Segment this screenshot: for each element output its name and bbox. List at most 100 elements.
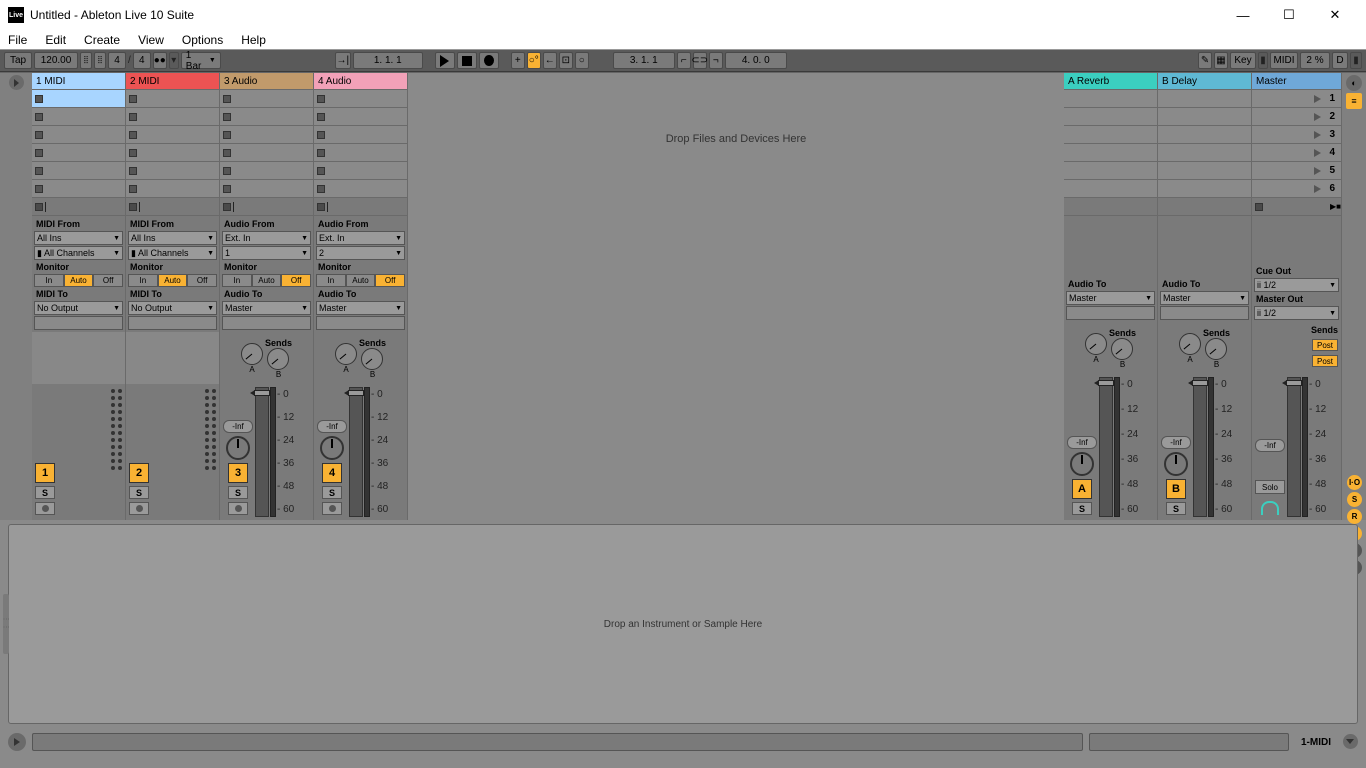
reenable-automation-icon[interactable]: ← [543,52,557,69]
master-title[interactable]: Master [1252,73,1341,90]
time-sig-num[interactable]: 4 [108,52,126,69]
track-activator[interactable]: 4 [322,463,342,483]
cue-volume-icon[interactable] [1261,501,1279,515]
output-channel[interactable] [316,316,405,330]
send-b-knob[interactable] [1205,338,1227,360]
output-type-select[interactable]: No Output [34,301,123,315]
track-title[interactable]: 2 MIDI [126,73,219,90]
monitor-in[interactable]: In [222,274,252,287]
input-type-select[interactable]: Ext. In [222,231,311,245]
arm-button[interactable] [228,502,248,515]
monitor-auto[interactable]: Auto [64,274,94,287]
output-type-select[interactable]: No Output [128,301,217,315]
clip-slot[interactable] [32,162,125,180]
solo-button[interactable]: S [322,486,342,499]
send-b-knob[interactable] [1111,338,1133,360]
stop-all-clips[interactable]: ▶■ [1252,198,1341,216]
device-drop-zone[interactable]: Drop an Instrument or Sample Here [8,524,1358,724]
metronome-icon[interactable]: ●● [153,52,167,69]
arm-button[interactable] [129,502,149,515]
monitor-off[interactable]: Off [375,274,405,287]
browser-expand-icon[interactable] [9,75,24,90]
clip-slot[interactable] [314,126,407,144]
tap-tempo[interactable]: Tap [4,52,32,69]
output-select[interactable]: Master [1160,291,1249,305]
maximize-button[interactable]: ☐ [1266,0,1312,30]
sends-toggle[interactable]: S [1347,492,1362,507]
volume-fader[interactable] [1193,377,1207,517]
clip-slot[interactable] [126,126,219,144]
pan-knob[interactable] [226,436,250,460]
track-title[interactable]: 1 MIDI [32,73,125,90]
input-type-select[interactable]: Ext. In [316,231,405,245]
scene-launch[interactable]: 6 [1252,180,1341,198]
stop-clips[interactable] [314,198,407,216]
send-a-knob[interactable] [335,343,357,365]
stop-clips[interactable] [32,198,125,216]
output-type-select[interactable]: Master [316,301,405,315]
io-toggle[interactable]: I·O [1347,475,1362,490]
menu-create[interactable]: Create [84,33,120,47]
volume-fader[interactable] [1099,377,1113,517]
solo-button[interactable]: S [1072,502,1092,515]
volume-fader[interactable] [255,387,269,517]
post-b[interactable]: Post [1312,355,1338,367]
menu-options[interactable]: Options [182,33,223,47]
tempo-field[interactable]: 120.00 [34,52,78,69]
solo-button[interactable]: S [228,486,248,499]
arrangement-toggle-icon[interactable]: ◐ [1346,75,1362,91]
send-b-knob[interactable] [361,348,383,370]
volume-display[interactable]: -Inf [1255,439,1285,452]
clip-slot[interactable] [126,90,219,108]
capture-icon[interactable]: ⊡ [559,52,573,69]
overdub-icon[interactable]: + [511,52,525,69]
clip-slot[interactable] [314,108,407,126]
volume-fader[interactable] [349,387,363,517]
clip-slot[interactable] [220,180,313,198]
clip-slot[interactable] [314,90,407,108]
volume-display[interactable]: -Inf [1161,436,1191,449]
menu-edit[interactable]: Edit [45,33,66,47]
menu-file[interactable]: File [8,33,27,47]
output-select[interactable]: Master [1066,291,1155,305]
midi-map[interactable]: MIDI [1270,52,1298,69]
menu-help[interactable]: Help [241,33,266,47]
track-title[interactable]: 4 Audio [314,73,407,90]
send-a-knob[interactable] [241,343,263,365]
clip-slot[interactable] [32,180,125,198]
input-channel-select[interactable]: 2 [316,246,405,260]
cue-out-select[interactable]: ii 1/2 [1254,278,1339,292]
stop-clips[interactable] [220,198,313,216]
clip-slot[interactable] [220,126,313,144]
output-channel[interactable] [1066,306,1155,320]
clip-slot[interactable] [126,108,219,126]
clip-slot[interactable] [220,90,313,108]
overload-indicator[interactable]: D [1332,52,1348,69]
quantize-menu[interactable]: 1 Bar▼ [181,52,221,69]
output-channel[interactable] [222,316,311,330]
return-title[interactable]: B Delay [1158,73,1251,90]
send-a-knob[interactable] [1179,333,1201,355]
solo-button[interactable]: S [35,486,55,499]
pan-knob[interactable] [1070,452,1094,476]
track-activator[interactable]: A [1072,479,1092,499]
master-out-select[interactable]: ii 1/2 [1254,306,1339,320]
automation-arm-icon[interactable]: ○° [527,52,541,69]
menu-view[interactable]: View [138,33,164,47]
clip-slot[interactable] [220,144,313,162]
clip-slot[interactable] [220,108,313,126]
arm-button[interactable] [35,502,55,515]
input-type-select[interactable]: All Ins [34,231,123,245]
io-section-toggle[interactable]: ≡ [1346,93,1362,109]
clip-slot[interactable] [314,162,407,180]
status-detail-box[interactable] [1089,733,1289,751]
loop-switch[interactable]: ⊂⊃ [693,52,707,69]
scene-launch[interactable]: 1 [1252,90,1341,108]
computer-keyboard-icon[interactable]: ▦ [1214,52,1228,69]
track-title[interactable]: 3 Audio [220,73,313,90]
track-activator[interactable]: 1 [35,463,55,483]
monitor-in[interactable]: In [316,274,346,287]
follow-icon[interactable]: →| [335,52,351,69]
preview-play-icon[interactable] [8,733,26,751]
close-button[interactable]: ✕ [1312,0,1358,30]
